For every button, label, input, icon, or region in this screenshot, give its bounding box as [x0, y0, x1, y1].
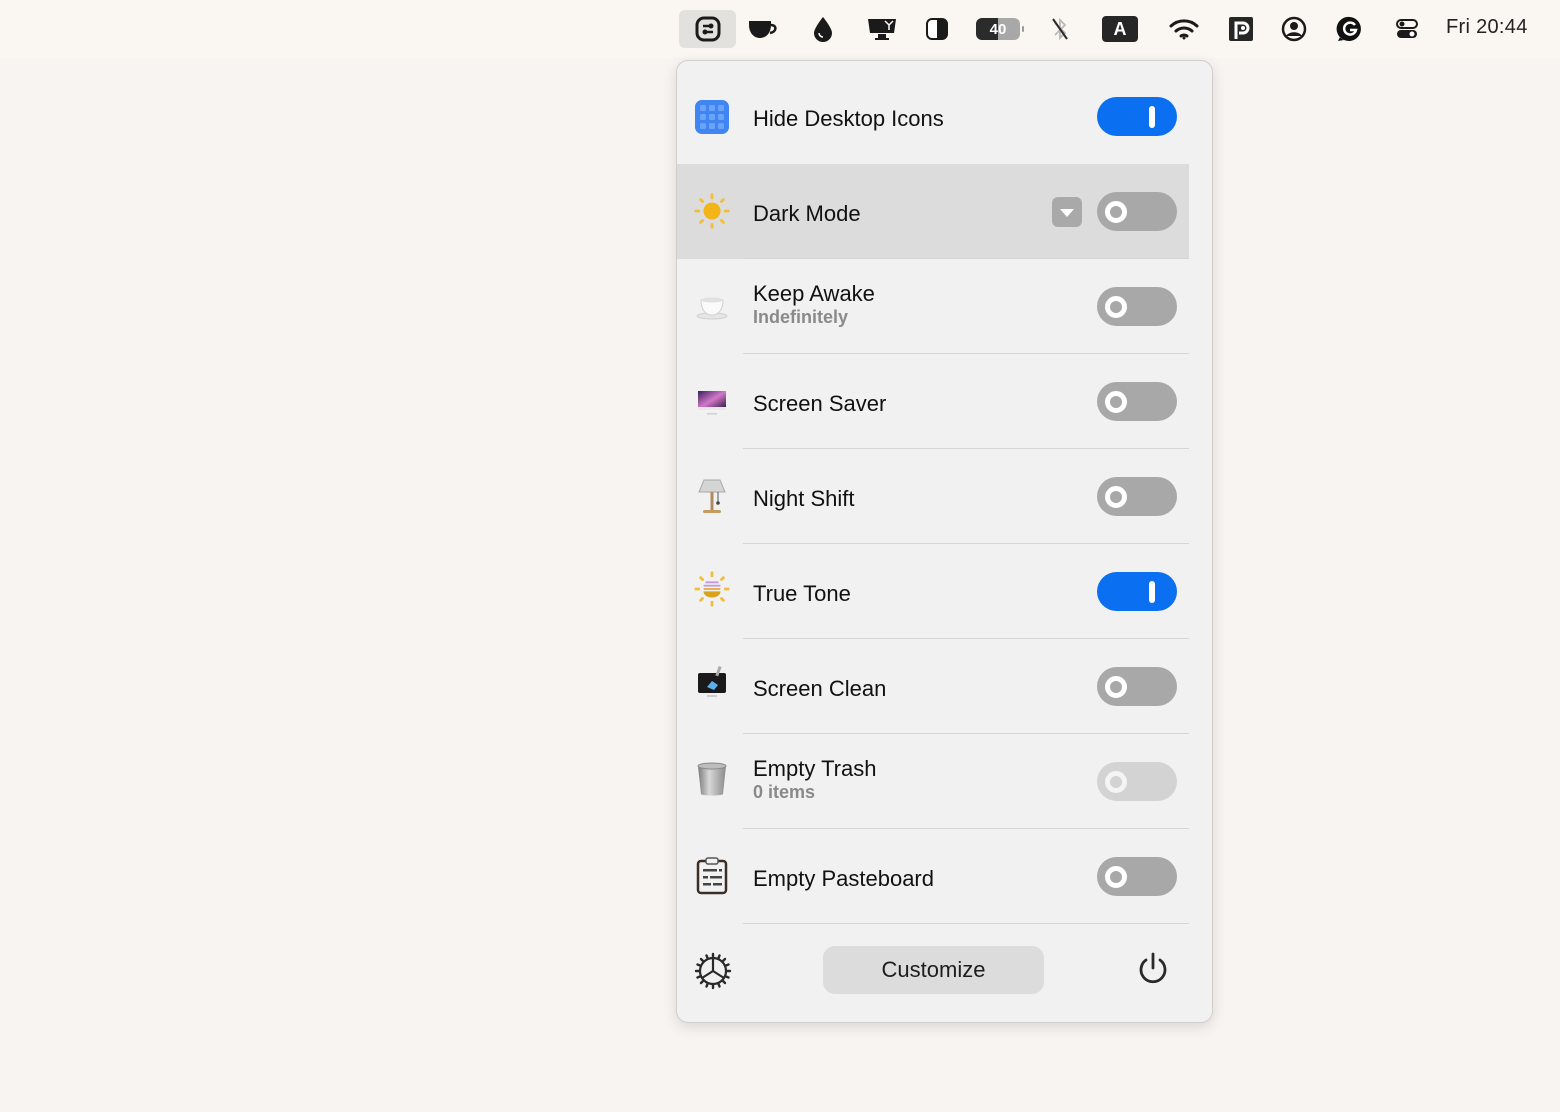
- menubar-item-input-source[interactable]: A: [1100, 10, 1140, 48]
- true-tone-toggle[interactable]: [1097, 572, 1177, 611]
- screen-clean-toggle[interactable]: [1097, 667, 1177, 706]
- row-empty-pasteboard[interactable]: Empty Pasteboard: [677, 829, 1189, 924]
- customize-button[interactable]: Customize: [823, 946, 1044, 994]
- row-true-tone[interactable]: True Tone: [677, 544, 1189, 639]
- row-hide-desktop-icons[interactable]: Hide Desktop Icons: [677, 69, 1189, 164]
- lamp-icon: [693, 477, 731, 515]
- row-sublabel: 0 items: [753, 782, 816, 802]
- gear-icon: [694, 952, 732, 990]
- row-label: True Tone: [753, 581, 851, 606]
- teacup-icon: [693, 287, 731, 325]
- row-label: Night Shift: [753, 486, 855, 511]
- screen-saver-toggle[interactable]: [1097, 382, 1177, 421]
- empty-pasteboard-toggle[interactable]: [1097, 857, 1177, 896]
- dark-mode-toggle[interactable]: [1097, 192, 1177, 231]
- row-dark-mode[interactable]: Dark Mode: [677, 164, 1189, 259]
- clipboard-icon: [693, 857, 731, 895]
- battery-level: 40: [989, 20, 1007, 38]
- menubar-item-control-app[interactable]: [679, 10, 736, 48]
- keep-awake-toggle[interactable]: [1097, 287, 1177, 326]
- night-shift-toggle[interactable]: [1097, 477, 1177, 516]
- row-screen-saver[interactable]: Screen Saver: [677, 354, 1189, 449]
- true-tone-icon: [693, 570, 731, 608]
- panel-footer: Customize: [677, 931, 1214, 1011]
- menubar-item-wifi[interactable]: [1166, 10, 1202, 48]
- row-empty-trash[interactable]: Empty Trash 0 items: [677, 734, 1189, 829]
- menubar-item-drop[interactable]: [806, 10, 840, 48]
- power-icon: [1139, 952, 1167, 984]
- menubar-item-p-app[interactable]: [1224, 10, 1258, 48]
- row-label: Empty Trash: [753, 756, 877, 781]
- coffee-cup-icon: [749, 21, 777, 38]
- input-source-icon: A: [1102, 16, 1138, 42]
- menubar-item-bluetooth[interactable]: [1044, 10, 1076, 48]
- row-label: Empty Pasteboard: [753, 866, 934, 891]
- row-label: Hide Desktop Icons: [753, 106, 944, 131]
- p-app-icon: [1229, 17, 1253, 41]
- divider: [743, 923, 1189, 924]
- row-night-shift[interactable]: Night Shift: [677, 449, 1189, 544]
- monitor-icon: [693, 384, 731, 422]
- settings-button[interactable]: [693, 951, 733, 991]
- hide-desktop-icons-toggle[interactable]: [1097, 97, 1177, 136]
- divider: [743, 258, 1189, 259]
- grid-icon: [693, 98, 731, 136]
- row-label: Keep Awake: [753, 281, 875, 306]
- row-keep-awake[interactable]: Keep Awake Indefinitely: [677, 258, 1189, 354]
- menubar-item-grammarly[interactable]: [1334, 10, 1366, 48]
- bluetooth-off-icon: [1052, 17, 1068, 41]
- control-panel-popover: Hide Desktop Icons Dark Mode Keep Awake …: [676, 60, 1213, 1023]
- menubar-item-user[interactable]: [1278, 10, 1310, 48]
- row-label: Dark Mode: [753, 201, 861, 226]
- row-label: Screen Clean: [753, 676, 887, 701]
- empty-trash-toggle[interactable]: [1097, 762, 1177, 801]
- grammarly-icon: [1336, 16, 1361, 41]
- sun-icon: [693, 192, 731, 230]
- quit-button[interactable]: [1135, 951, 1171, 987]
- screen-clean-icon: [693, 665, 731, 703]
- trash-icon: [693, 760, 731, 798]
- control-center-app-icon: [695, 16, 720, 42]
- display-icon: [868, 19, 896, 40]
- dark-mode-options-dropdown[interactable]: [1052, 197, 1082, 227]
- control-center-icon: [1396, 19, 1418, 38]
- menubar-item-control-center[interactable]: [1390, 10, 1424, 48]
- menubar-item-battery[interactable]: 40: [972, 10, 1024, 48]
- menubar-item-coffee[interactable]: [743, 10, 783, 48]
- user-icon: [1281, 16, 1307, 42]
- menu-bar: 40 A Fri 20:44: [0, 0, 1560, 58]
- row-screen-clean[interactable]: Screen Clean: [677, 639, 1189, 734]
- row-label: Screen Saver: [753, 391, 887, 416]
- wifi-icon: [1169, 19, 1199, 40]
- row-sublabel: Indefinitely: [753, 307, 849, 327]
- battery-icon: 40: [976, 18, 1024, 40]
- menubar-item-display[interactable]: [862, 10, 902, 48]
- contrast-icon: [926, 18, 948, 40]
- menubar-item-contrast[interactable]: [920, 10, 954, 48]
- drop-icon: [814, 17, 832, 42]
- menubar-clock[interactable]: Fri 20:44: [1446, 16, 1528, 39]
